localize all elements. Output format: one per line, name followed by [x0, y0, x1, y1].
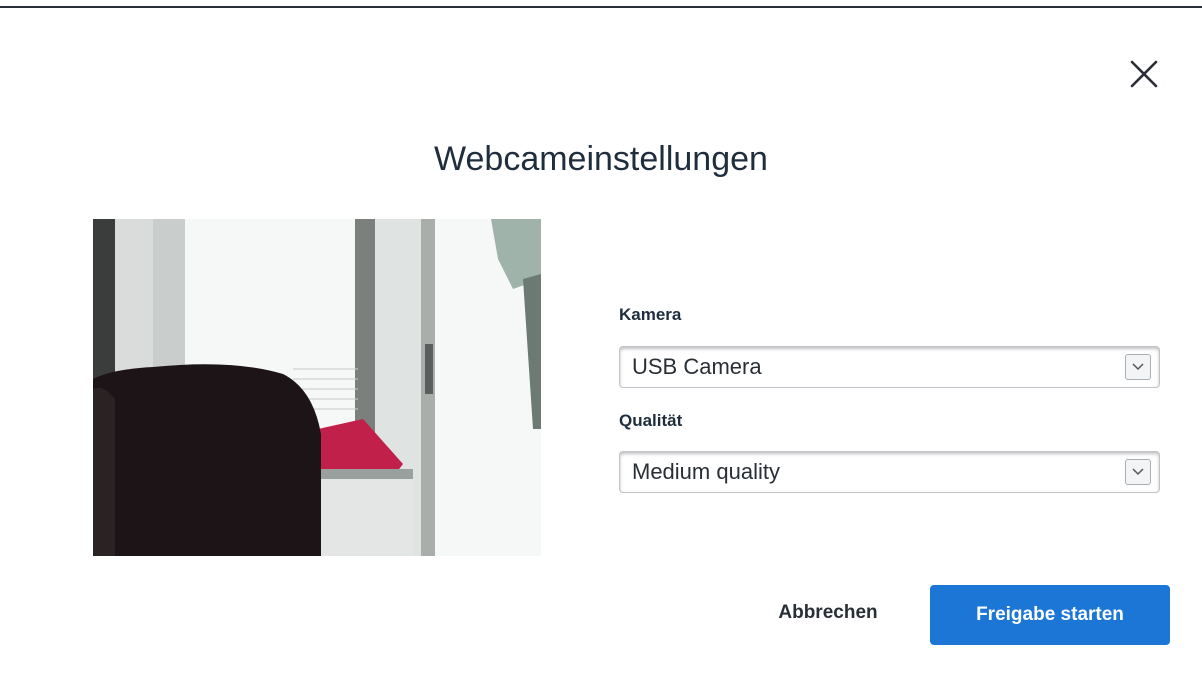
start-sharing-button[interactable]: Freigabe starten	[930, 585, 1170, 645]
quality-label: Qualität	[619, 411, 683, 430]
top-divider	[0, 6, 1202, 8]
close-button[interactable]	[1120, 50, 1168, 98]
chevron-down-icon	[1125, 354, 1151, 380]
camera-select-value: USB Camera	[632, 354, 762, 379]
quality-select-value: Medium quality	[632, 459, 780, 484]
quality-select[interactable]: Medium quality	[619, 451, 1160, 493]
chevron-down-icon	[1125, 459, 1151, 485]
camera-select[interactable]: USB Camera	[619, 346, 1160, 388]
close-icon	[1130, 60, 1158, 88]
webcam-preview	[93, 219, 541, 556]
dialog-title: Webcameinstellungen	[434, 140, 768, 178]
cancel-button[interactable]: Abbrechen	[760, 590, 896, 636]
camera-label: Kamera	[619, 305, 682, 324]
